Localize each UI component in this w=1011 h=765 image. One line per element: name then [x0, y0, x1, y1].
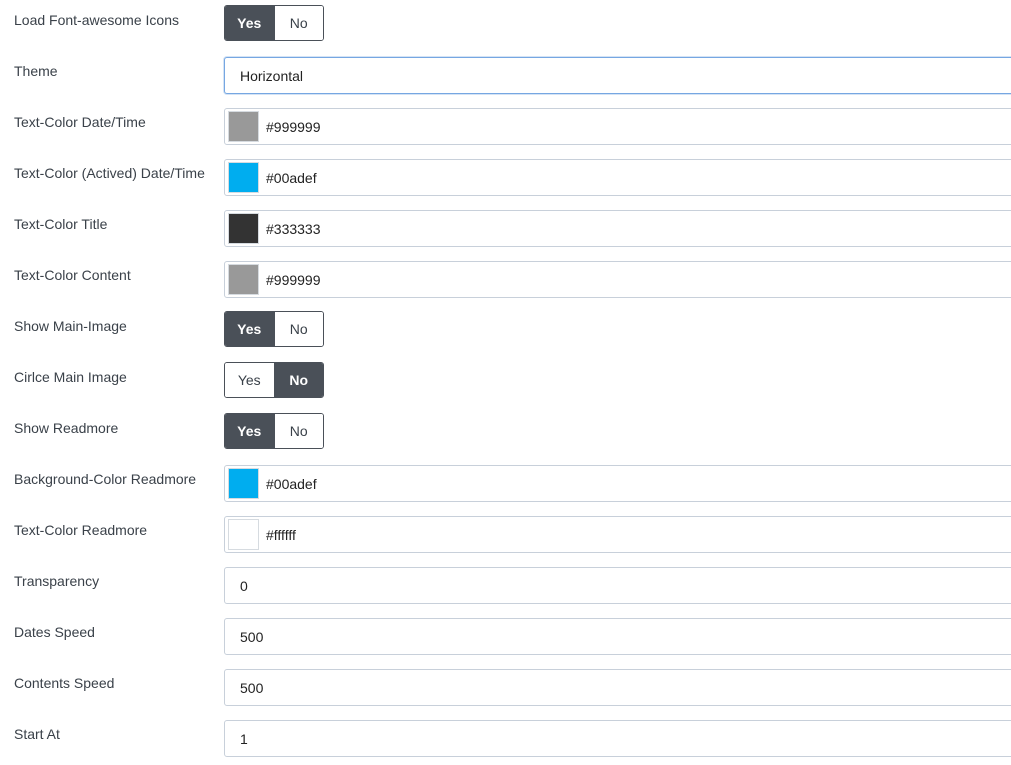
circle-main-image-no-button[interactable]: No [273, 363, 323, 397]
text-color-date-active-row: Text-Color (Actived) Date/Time #00adef [0, 153, 1011, 204]
bg-color-readmore-field[interactable]: #00adef [224, 465, 1011, 502]
theme-select[interactable]: Horizontal [224, 57, 1011, 94]
text-color-content-row: Text-Color Content #999999 [0, 255, 1011, 306]
text-color-title-value: #333333 [266, 220, 321, 237]
text-color-content-value: #999999 [266, 271, 321, 288]
dates-speed-value: 500 [240, 628, 264, 645]
start-at-input[interactable]: 1 [224, 720, 1011, 757]
text-color-content-label: Text-Color Content [14, 267, 131, 283]
load-font-awesome-label: Load Font-awesome Icons [14, 12, 179, 28]
text-color-date-field[interactable]: #999999 [224, 108, 1011, 145]
transparency-value: 0 [240, 577, 248, 594]
load-font-awesome-yes-button[interactable]: Yes [225, 6, 274, 40]
theme-select-value: Horizontal [240, 67, 304, 84]
bg-color-readmore-swatch[interactable] [228, 468, 259, 499]
circle-main-image-label: Cirlce Main Image [14, 369, 127, 385]
show-main-image-no-button[interactable]: No [273, 312, 323, 346]
show-main-image-row: Show Main-Image Yes No [0, 306, 1011, 357]
text-color-title-swatch[interactable] [228, 213, 259, 244]
bg-color-readmore-label: Background-Color Readmore [14, 471, 197, 487]
load-font-awesome-no-button[interactable]: No [273, 6, 323, 40]
text-color-title-row: Text-Color Title #333333 [0, 204, 1011, 255]
text-color-title-field[interactable]: #333333 [224, 210, 1011, 247]
dates-speed-row: Dates Speed 500 [0, 612, 1011, 663]
show-readmore-label: Show Readmore [14, 420, 119, 436]
text-color-date-active-label: Text-Color (Actived) Date/Time [14, 165, 205, 181]
show-readmore-yes-button[interactable]: Yes [225, 414, 274, 448]
contents-speed-input[interactable]: 500 [224, 669, 1011, 706]
load-font-awesome-row: Load Font-awesome Icons Yes No [0, 0, 1011, 51]
contents-speed-label: Contents Speed [14, 675, 115, 691]
bg-color-readmore-value: #00adef [266, 475, 317, 492]
circle-main-image-row: Cirlce Main Image Yes No [0, 357, 1011, 408]
text-color-content-field[interactable]: #999999 [224, 261, 1011, 298]
transparency-row: Transparency 0 [0, 561, 1011, 612]
text-color-readmore-value: #ffffff [266, 526, 296, 543]
contents-speed-value: 500 [240, 679, 264, 696]
circle-main-image-yes-button[interactable]: Yes [225, 363, 274, 397]
dates-speed-label: Dates Speed [14, 624, 95, 640]
show-main-image-toggle[interactable]: Yes No [224, 311, 324, 347]
theme-row: Theme Horizontal [0, 51, 1011, 102]
start-at-row: Start At 1 [0, 714, 1011, 765]
theme-label: Theme [14, 63, 58, 79]
text-color-readmore-swatch[interactable] [228, 519, 259, 550]
transparency-label: Transparency [14, 573, 100, 589]
dates-speed-input[interactable]: 500 [224, 618, 1011, 655]
text-color-date-value: #999999 [266, 118, 321, 135]
start-at-label: Start At [14, 726, 60, 742]
text-color-readmore-row: Text-Color Readmore #ffffff [0, 510, 1011, 561]
text-color-readmore-field[interactable]: #ffffff [224, 516, 1011, 553]
contents-speed-row: Contents Speed 500 [0, 663, 1011, 714]
text-color-date-swatch[interactable] [228, 111, 259, 142]
bg-color-readmore-row: Background-Color Readmore #00adef [0, 459, 1011, 510]
text-color-date-active-field[interactable]: #00adef [224, 159, 1011, 196]
load-font-awesome-toggle[interactable]: Yes No [224, 5, 324, 41]
text-color-content-swatch[interactable] [228, 264, 259, 295]
show-readmore-row: Show Readmore Yes No [0, 408, 1011, 459]
show-main-image-yes-button[interactable]: Yes [225, 312, 274, 346]
text-color-readmore-label: Text-Color Readmore [14, 522, 148, 538]
start-at-value: 1 [240, 730, 248, 747]
text-color-date-row: Text-Color Date/Time #999999 [0, 102, 1011, 153]
text-color-date-label: Text-Color Date/Time [14, 114, 146, 130]
text-color-title-label: Text-Color Title [14, 216, 108, 232]
transparency-input[interactable]: 0 [224, 567, 1011, 604]
circle-main-image-toggle[interactable]: Yes No [224, 362, 324, 398]
show-main-image-label: Show Main-Image [14, 318, 127, 334]
show-readmore-no-button[interactable]: No [273, 414, 323, 448]
text-color-date-active-value: #00adef [266, 169, 317, 186]
text-color-date-active-swatch[interactable] [228, 162, 259, 193]
show-readmore-toggle[interactable]: Yes No [224, 413, 324, 449]
